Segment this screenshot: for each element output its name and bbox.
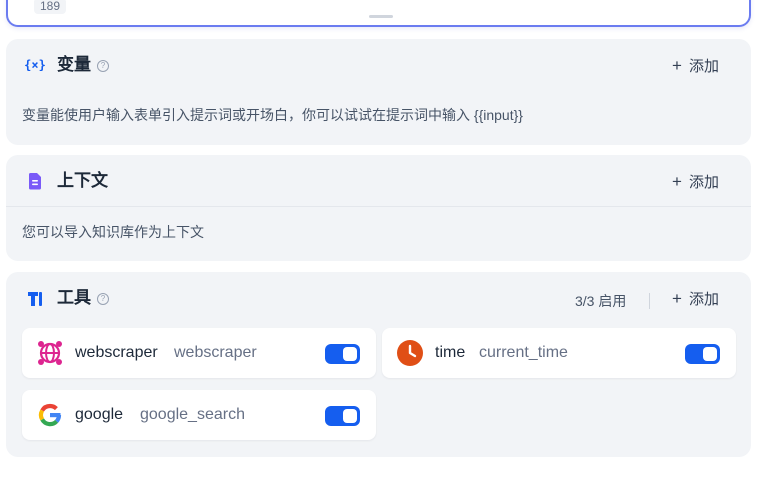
help-icon[interactable]: ?	[97, 60, 109, 72]
tools-header: 工具 ? 3/3 启用 + 添加	[6, 272, 751, 322]
resize-handle[interactable]	[369, 15, 393, 18]
clock-icon	[397, 340, 423, 366]
add-context-label: 添加	[688, 173, 719, 191]
variable-icon: {×}	[25, 58, 45, 72]
plus-icon: +	[672, 288, 682, 308]
tool-id: current_time	[479, 344, 568, 361]
tool-icon	[28, 292, 42, 306]
prompt-editor[interactable]: 189	[6, 0, 751, 27]
document-icon	[29, 173, 41, 190]
tool-card-time[interactable]: time current_time	[382, 328, 736, 378]
add-tool-label: 添加	[688, 290, 719, 308]
tool-card-google[interactable]: google google_search	[22, 390, 376, 440]
context-panel: 上下文 + 添加 您可以导入知识库作为上下文	[6, 155, 751, 261]
add-tool-button[interactable]: + 添加	[672, 286, 719, 310]
add-variable-button[interactable]: + 添加	[672, 53, 719, 77]
enable-toggle[interactable]	[325, 406, 360, 426]
tool-card-webscraper[interactable]: webscraper webscraper	[22, 328, 376, 378]
add-variable-label: 添加	[688, 57, 719, 75]
variables-description: 变量能使用户输入表单引入提示词或开场白，你可以试试在提示词中输入 {{input…	[22, 107, 523, 123]
plus-icon: +	[672, 55, 682, 75]
plus-icon: +	[672, 171, 682, 191]
google-icon	[38, 403, 62, 427]
enable-toggle[interactable]	[685, 344, 720, 364]
header-separator	[649, 293, 650, 309]
char-counter: 189	[34, 0, 67, 14]
tool-name: webscraper	[75, 344, 158, 361]
add-context-button[interactable]: + 添加	[672, 169, 719, 193]
variables-title: 变量	[57, 55, 91, 74]
variables-header: {×} 变量 ? + 添加	[6, 39, 751, 89]
webscraper-icon	[38, 341, 62, 365]
tools-enabled-count: 3/3 启用	[575, 293, 627, 309]
context-description: 您可以导入知识库作为上下文	[22, 224, 204, 240]
tools-title: 工具	[57, 288, 91, 307]
tool-name: google	[75, 406, 124, 423]
help-icon[interactable]: ?	[97, 293, 109, 305]
svg-text:{×}: {×}	[25, 58, 45, 72]
enable-toggle[interactable]	[325, 344, 360, 364]
tools-panel: 工具 ? 3/3 启用 + 添加 webscraper webscraper t…	[6, 272, 751, 457]
variables-panel: {×} 变量 ? + 添加 变量能使用户输入表单引入提示词或开场白，你可以试试在…	[6, 39, 751, 145]
context-header: 上下文 + 添加	[6, 155, 751, 205]
tool-name: time	[435, 344, 466, 361]
context-divider	[6, 206, 751, 207]
tool-id: google_search	[140, 406, 245, 423]
tool-id: webscraper	[174, 344, 257, 361]
context-title: 上下文	[57, 171, 108, 190]
